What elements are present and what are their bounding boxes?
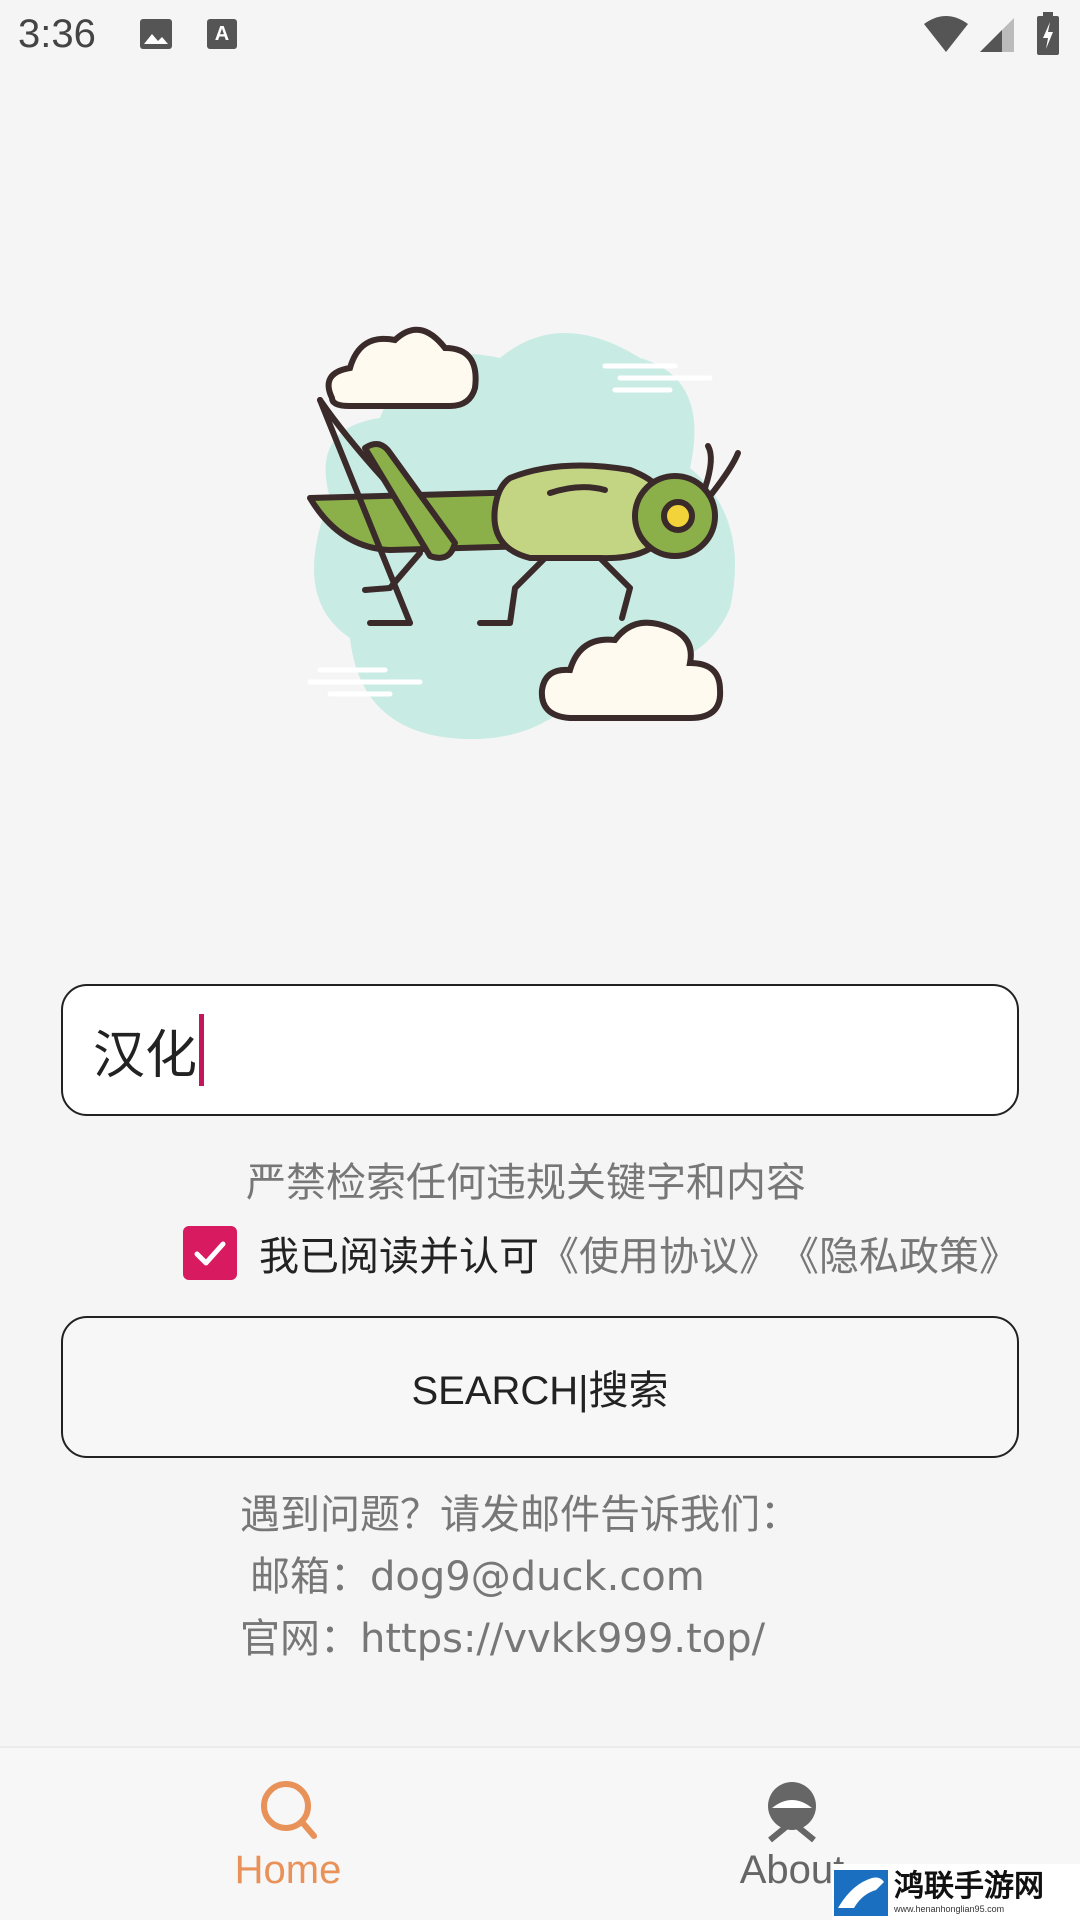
status-bar: 3:36 A xyxy=(0,0,1080,74)
check-icon xyxy=(194,1241,226,1266)
agree-checkbox[interactable] xyxy=(183,1226,237,1280)
watermark: 鸿联手游网 www.henanhonglian95.com xyxy=(832,1864,1080,1920)
search-icon xyxy=(261,1781,317,1839)
grasshopper-illustration xyxy=(307,326,741,740)
terms-link[interactable]: 《使用协议》 xyxy=(539,1224,779,1282)
watermark-title: 鸿联手游网 xyxy=(894,1869,1044,1904)
nav-home[interactable]: Home xyxy=(158,1748,418,1920)
battery-charging-icon xyxy=(1037,12,1059,55)
contact-website[interactable]: 官网：https://vvkk999.top/ xyxy=(240,1606,765,1664)
svg-text:A: A xyxy=(215,23,229,45)
image-icon xyxy=(140,19,172,49)
watermark-url: www.henanhonglian95.com xyxy=(894,1904,1005,1914)
privacy-link[interactable]: 《隐私政策》 xyxy=(779,1224,1019,1282)
text-caret xyxy=(199,1014,205,1086)
agreement-row: 我已阅读并认可 《使用协议》 《隐私政策》 xyxy=(183,1226,1019,1280)
contact-email[interactable]: 邮箱：dog9@duck.com xyxy=(250,1544,705,1602)
search-button-label: SEARCH|搜索 xyxy=(411,1369,669,1413)
nav-home-label: Home xyxy=(234,1848,342,1892)
wifi-icon xyxy=(924,16,968,52)
user-icon xyxy=(768,1782,816,1843)
search-button[interactable]: SEARCH|搜索 xyxy=(61,1316,1019,1458)
search-input-value: 汉化 xyxy=(93,1025,198,1086)
watermark-logo xyxy=(834,1870,888,1916)
text-a-icon: A xyxy=(207,19,237,49)
cloud-top xyxy=(325,326,479,409)
status-time: 3:36 xyxy=(18,12,96,56)
agree-text: 我已阅读并认可 xyxy=(259,1234,539,1280)
contact-prompt: 遇到问题？请发邮件告诉我们： xyxy=(240,1492,800,1538)
signal-icon xyxy=(980,18,1014,52)
search-input[interactable]: 汉化 xyxy=(61,984,1019,1116)
search-warning: 严禁检索任何违规关键字和内容 xyxy=(246,1160,806,1206)
